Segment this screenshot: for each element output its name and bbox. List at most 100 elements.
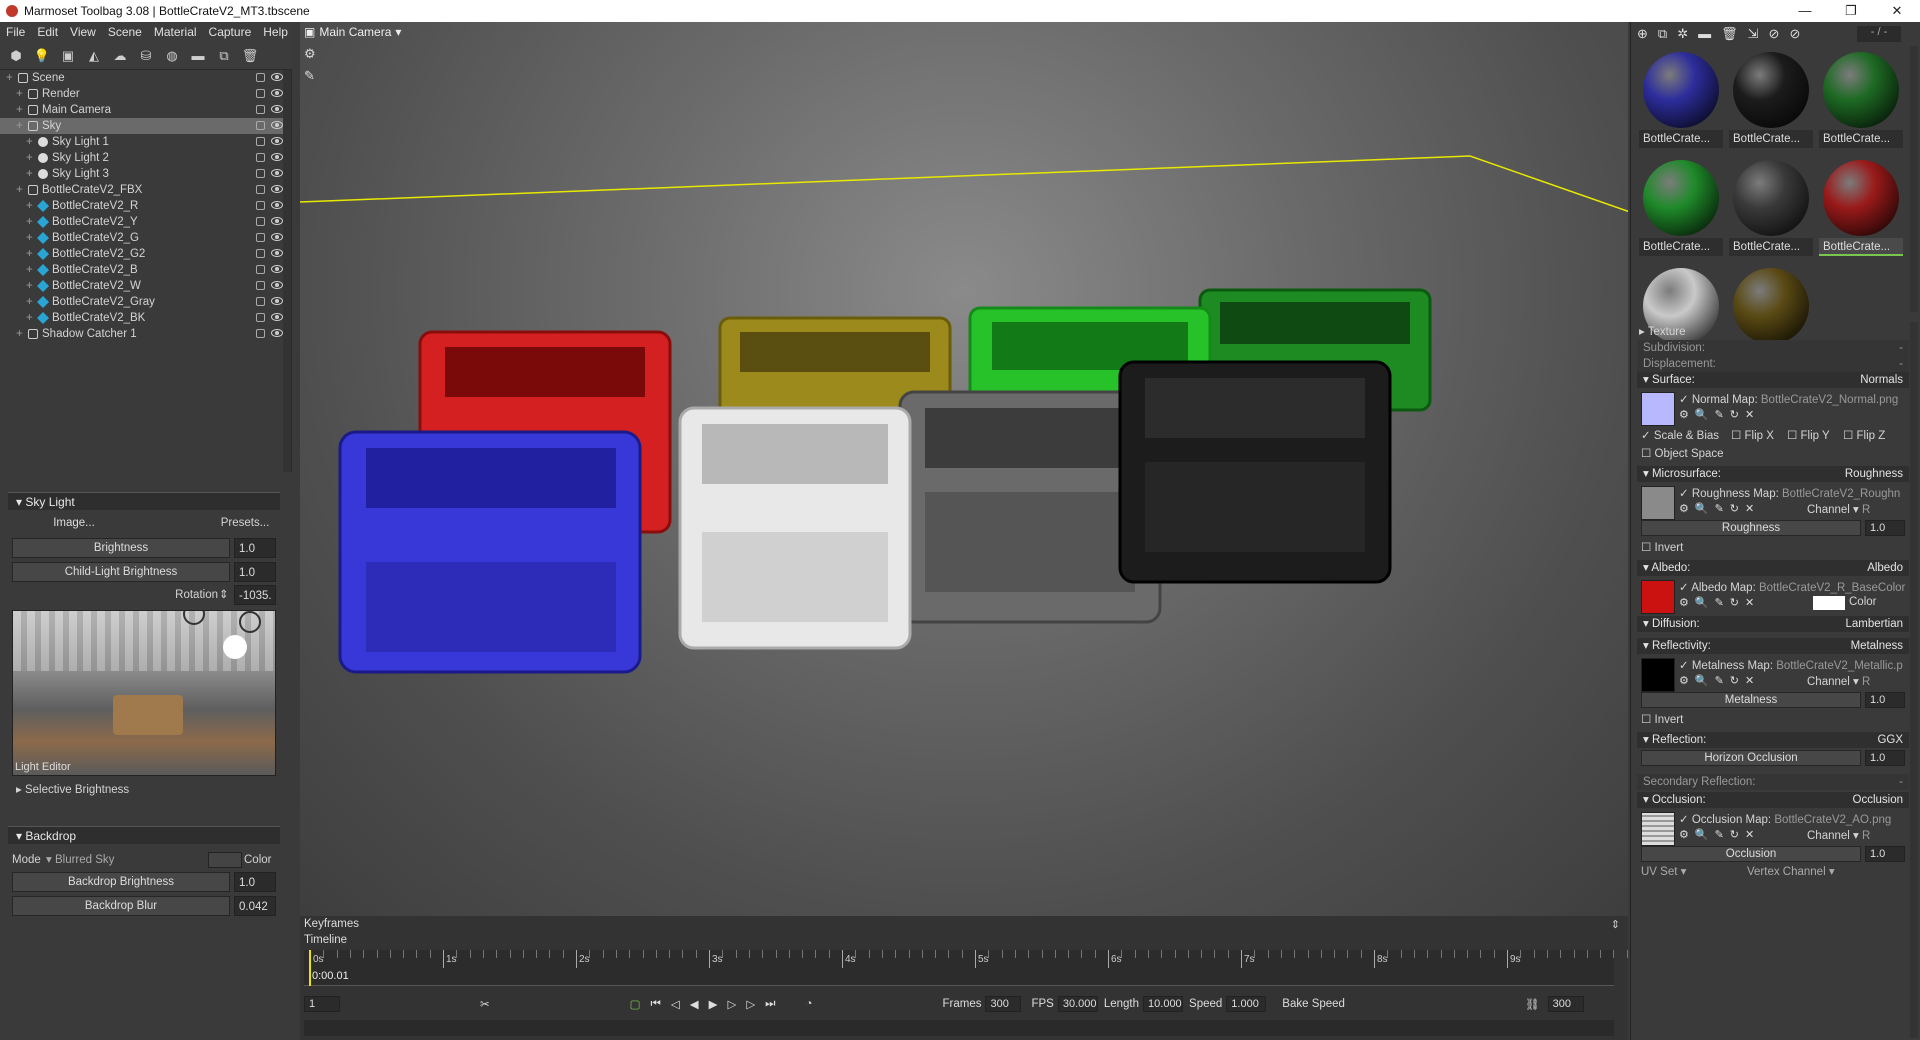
scissor-icon[interactable]: ✂ <box>480 997 490 1011</box>
expand-toggle[interactable]: + <box>26 230 33 246</box>
material-swatch[interactable]: BottleCrate... <box>1637 46 1725 152</box>
assign-material-icon[interactable]: ⇲ <box>1748 26 1759 42</box>
visibility-eye-icon[interactable] <box>271 89 283 97</box>
expand-toggle[interactable]: + <box>26 246 33 262</box>
menu-capture[interactable]: Capture <box>203 25 258 39</box>
occlusion-section[interactable]: ▾ Occlusion: Occlusion <box>1637 792 1909 808</box>
speed-input[interactable]: 1.000 <box>1226 996 1267 1012</box>
visibility-eye-icon[interactable] <box>271 137 283 145</box>
expand-toggle[interactable]: + <box>16 182 23 198</box>
timeline-collapse-icon[interactable]: ⇕ <box>1611 918 1620 931</box>
visibility-eye-icon[interactable] <box>271 169 283 177</box>
visibility-eye-icon[interactable] <box>271 185 283 193</box>
microsurface-section[interactable]: ▾ Microsurface: Roughness <box>1637 466 1909 482</box>
outliner-scrollbar[interactable] <box>283 70 291 472</box>
occlusion-strength-value[interactable]: 1.0 <box>1865 846 1905 862</box>
outliner-item[interactable]: + Scene <box>0 70 291 86</box>
properties-scrollbar[interactable] <box>1910 322 1918 1038</box>
horizon-occlusion-slider[interactable]: Horizon Occlusion <box>1641 750 1861 766</box>
texture-toggle[interactable]: ▸ Texture <box>1639 324 1685 338</box>
visibility-eye-icon[interactable] <box>271 73 283 81</box>
swatch-scrollbar[interactable] <box>1910 46 1918 312</box>
menu-edit[interactable]: Edit <box>31 25 64 39</box>
metalness-value[interactable]: 1.0 <box>1865 692 1905 708</box>
selective-brightness-toggle[interactable]: ▸ Selective Brightness <box>16 780 276 800</box>
flip-y-checkbox[interactable]: ☐ Flip Y <box>1787 428 1830 442</box>
visibility-eye-icon[interactable] <box>271 265 283 273</box>
lock-icon[interactable] <box>256 249 265 258</box>
presets-button[interactable]: Presets... <box>210 513 280 533</box>
frames-input[interactable]: 300 <box>985 996 1022 1012</box>
roughness-invert-checkbox[interactable]: ☐ Invert <box>1641 540 1683 554</box>
menu-file[interactable]: File <box>0 25 31 39</box>
expand-toggle[interactable]: + <box>26 150 33 166</box>
settings-icon[interactable]: ⚙ <box>1679 828 1689 841</box>
visibility-eye-icon[interactable] <box>271 329 283 337</box>
settings-icon[interactable]: ⚙ <box>1679 674 1689 687</box>
outliner-item[interactable]: + BottleCrateV2_Gray <box>0 294 291 310</box>
metalness-invert-checkbox[interactable]: ☐ Invert <box>1641 712 1683 726</box>
skip-start-icon[interactable]: ⏮ <box>651 998 661 1011</box>
outliner-item[interactable]: + Sky Light 1 <box>0 134 291 150</box>
vertex-channel-dropdown[interactable]: Vertex Channel ▾ <box>1747 864 1835 878</box>
keyframe-track[interactable] <box>304 1020 1614 1036</box>
light-editor-panorama[interactable]: Light Editor <box>12 610 276 776</box>
duplicate-material-icon[interactable]: ⧉ <box>1658 26 1667 42</box>
roughness-map-thumbnail[interactable] <box>1641 486 1675 520</box>
expand-toggle[interactable]: + <box>26 310 33 326</box>
outliner-item[interactable]: + Sky <box>0 118 291 134</box>
pencil-icon[interactable]: ✎ <box>1715 596 1724 609</box>
search-icon[interactable]: 🔍 <box>1695 828 1709 841</box>
expand-toggle[interactable]: + <box>26 166 33 182</box>
metalness-channel[interactable]: Channel ▾ R <box>1807 674 1870 688</box>
remove-unused-icon[interactable]: ✲ <box>1677 26 1688 42</box>
flip-z-checkbox[interactable]: ☐ Flip Z <box>1843 428 1885 442</box>
add-sky-icon[interactable]: ◍ <box>162 46 182 66</box>
sun-light-handle[interactable] <box>223 635 247 659</box>
clear-icon[interactable]: ✕ <box>1745 408 1754 421</box>
uv-set-dropdown[interactable]: UV Set ▾ <box>1641 864 1686 878</box>
step-forward-icon[interactable]: ▷ <box>727 997 736 1011</box>
surface-section[interactable]: ▾ Surface: Normals <box>1637 372 1909 388</box>
light-handle-3[interactable] <box>239 611 261 633</box>
visibility-eye-icon[interactable] <box>271 281 283 289</box>
realtime-icon[interactable]: ◔ <box>806 998 813 1010</box>
lock-icon[interactable] <box>256 153 265 162</box>
refresh-icon[interactable]: ↻ <box>1730 408 1739 421</box>
material-swatch[interactable]: BottleCrate... <box>1727 46 1815 152</box>
add-mesh-icon[interactable]: ⬢ <box>6 46 26 66</box>
normal-map-row[interactable]: ✓ Normal Map: BottleCrateV2_Normal.png <box>1679 392 1898 406</box>
outliner-item[interactable]: + BottleCrateV2_G <box>0 230 291 246</box>
pick-material-icon[interactable]: ⊘ <box>1769 26 1780 42</box>
add-turntable-icon[interactable]: ⛁ <box>136 46 156 66</box>
metalness-map-row[interactable]: ✓ Metalness Map: BottleCrateV2_Metallic.… <box>1679 658 1903 672</box>
end-frame-input[interactable]: 300 <box>1547 996 1584 1012</box>
frame-input[interactable]: 1 <box>304 996 340 1012</box>
horizon-occlusion-value[interactable]: 1.0 <box>1865 750 1905 766</box>
lock-icon[interactable] <box>256 297 265 306</box>
visibility-eye-icon[interactable] <box>271 297 283 305</box>
duplicate-icon[interactable]: ⧉ <box>214 46 234 66</box>
outliner-item[interactable]: + BottleCrateV2_BK <box>0 310 291 326</box>
refresh-icon[interactable]: ↻ <box>1730 596 1739 609</box>
lock-icon[interactable] <box>256 121 265 130</box>
add-material-icon[interactable]: ⊕ <box>1637 26 1648 42</box>
expand-toggle[interactable]: + <box>6 70 13 86</box>
lock-icon[interactable] <box>256 169 265 178</box>
3d-viewport[interactable] <box>300 22 1628 916</box>
material-folder-icon[interactable]: ▬ <box>1698 26 1711 42</box>
expand-toggle[interactable]: + <box>16 102 23 118</box>
expand-toggle[interactable]: + <box>26 278 33 294</box>
pencil-icon[interactable]: ✎ <box>1715 828 1724 841</box>
lock-icon[interactable] <box>256 89 265 98</box>
rotation-value[interactable]: -1035. <box>234 585 276 605</box>
outliner-item[interactable]: + Sky Light 3 <box>0 166 291 182</box>
add-shadow-catcher-icon[interactable]: ◭ <box>84 46 104 66</box>
lock-icon[interactable] <box>256 137 265 146</box>
add-camera-icon[interactable]: ▣ <box>58 46 78 66</box>
albedo-map-thumbnail[interactable] <box>1641 580 1675 614</box>
viewport-settings-icon[interactable]: ⚙ <box>304 46 316 62</box>
outliner-item[interactable]: + BottleCrateV2_Y <box>0 214 291 230</box>
reset-material-icon[interactable]: ⊘ <box>1789 26 1800 42</box>
lock-icon[interactable] <box>256 73 265 82</box>
